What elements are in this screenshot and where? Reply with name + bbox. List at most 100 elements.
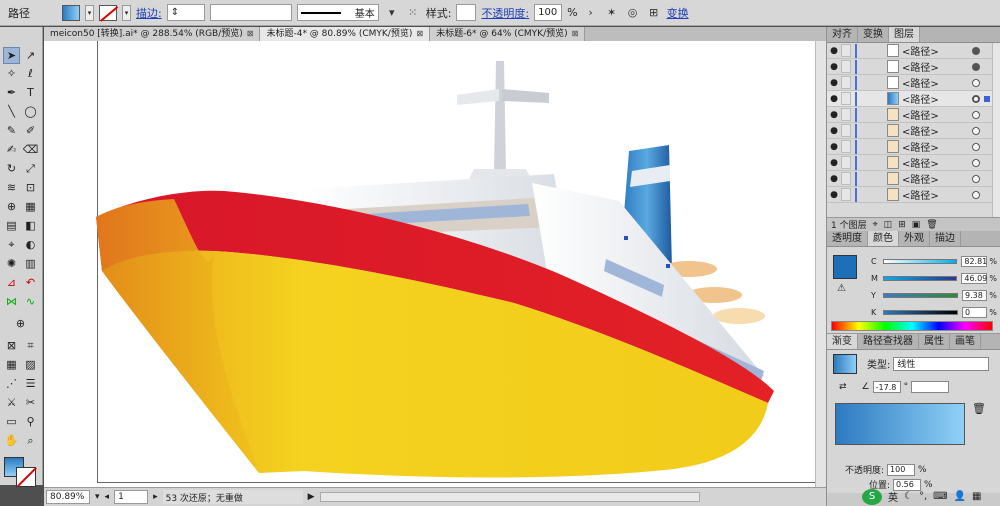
yellow-slider[interactable] xyxy=(882,292,959,298)
stroke-color-icon[interactable] xyxy=(16,467,36,487)
stroke-link[interactable]: 描边: xyxy=(136,5,162,21)
target-icon[interactable] xyxy=(972,46,980,55)
magenta-slider[interactable] xyxy=(882,275,958,281)
ime-icon[interactable]: S xyxy=(862,488,882,505)
gradient-slider[interactable] xyxy=(835,403,965,445)
type-tool-icon[interactable]: T xyxy=(22,84,39,101)
lock-toggle[interactable] xyxy=(841,172,851,185)
chevron-down-icon[interactable]: ▾ xyxy=(95,492,100,502)
layer-row[interactable]: ● <路径> xyxy=(827,187,993,203)
slice-tool-icon[interactable]: ⌗ xyxy=(22,337,39,354)
tab-transparency[interactable]: 透明度 xyxy=(827,231,868,246)
mesh-tool-icon[interactable]: ▤ xyxy=(3,217,20,234)
line-tool-icon[interactable]: ╲ xyxy=(3,103,20,120)
direct-selection-tool-icon[interactable]: ↗ xyxy=(22,47,39,64)
aspect-ratio-input[interactable] xyxy=(911,381,950,393)
current-color-swatch[interactable] xyxy=(833,255,857,279)
symbol-sprayer-tool-icon[interactable]: ✺ xyxy=(3,255,20,272)
color-spectrum[interactable] xyxy=(831,321,993,331)
crosshair-icon[interactable]: ⊕ xyxy=(12,315,29,332)
target-icon[interactable] xyxy=(972,62,980,71)
stroke-swatch[interactable] xyxy=(99,4,117,21)
magic-wand-icon[interactable]: ✶ xyxy=(604,5,620,21)
artboard-field[interactable]: 1 xyxy=(114,490,149,504)
reverse-gradient-icon[interactable]: ⇄ xyxy=(839,382,847,392)
mast[interactable] xyxy=(494,61,506,171)
make-clip-mask-icon[interactable]: ◫ xyxy=(884,220,893,230)
fill-dropdown-icon[interactable]: ▾ xyxy=(85,4,94,21)
layers-scrollbar[interactable] xyxy=(992,43,1000,217)
anchor-point[interactable] xyxy=(624,236,628,240)
layer-row[interactable]: ● <路径> xyxy=(827,59,993,75)
zoom-field[interactable]: 80.89% xyxy=(46,490,90,504)
new-layer-icon[interactable]: ▣ xyxy=(912,220,921,230)
layer-row[interactable]: ● <路径> xyxy=(827,75,993,91)
chevron-down-icon[interactable]: ▾ xyxy=(384,5,400,21)
target-icon[interactable] xyxy=(972,110,980,119)
canvas[interactable] xyxy=(44,41,831,487)
gradient-tool-icon[interactable]: ◧ xyxy=(22,217,39,234)
stroke-dropdown-icon[interactable]: ▾ xyxy=(122,4,131,21)
variable-width-select[interactable] xyxy=(209,4,292,21)
pen-tool-icon[interactable]: ✒ xyxy=(3,84,20,101)
gradient-opacity-input[interactable]: 100 xyxy=(887,463,916,476)
tab-appearance[interactable]: 外观 xyxy=(899,231,930,246)
grid-icon[interactable]: ⁙ xyxy=(405,5,421,21)
perspective-grid-tool-icon[interactable]: ▦ xyxy=(22,198,39,215)
pencil-tool-icon[interactable]: ✐ xyxy=(22,122,39,139)
next-artboard-icon[interactable]: ▸ xyxy=(153,492,158,502)
free-transform-tool-icon[interactable]: ⊡ xyxy=(22,179,39,196)
anchor-point[interactable] xyxy=(666,264,670,268)
target-icon[interactable] xyxy=(972,142,980,151)
moon-icon[interactable]: ☾ xyxy=(904,491,913,502)
visibility-icon[interactable]: ● xyxy=(827,62,841,72)
connect-tool-icon[interactable]: ⋰ xyxy=(3,375,20,392)
eyedropper-tool-icon[interactable]: ⌖ xyxy=(3,236,20,253)
new-sublayer-icon[interactable]: ⊞ xyxy=(898,220,906,230)
smooth-tool-icon[interactable]: ∿ xyxy=(22,293,39,310)
cyan-input[interactable]: 82.81 xyxy=(961,255,988,267)
gradient-preview-swatch[interactable] xyxy=(833,354,857,374)
keyboard-icon[interactable]: ⌨ xyxy=(933,491,947,502)
yellow-input[interactable]: 9.38 xyxy=(962,289,988,301)
black-slider[interactable] xyxy=(882,309,959,315)
magenta-input[interactable]: 46.09 xyxy=(961,272,988,284)
layer-row[interactable]: ● <路径> xyxy=(827,107,993,123)
tab-layers[interactable]: 图层 xyxy=(889,27,920,42)
trash-icon[interactable]: 🗑 xyxy=(972,402,986,415)
layer-row[interactable]: ● <路径> xyxy=(827,171,993,187)
column-chart-icon[interactable]: ▦ xyxy=(3,356,20,373)
visibility-icon[interactable]: ● xyxy=(827,158,841,168)
ime-language[interactable]: 英 xyxy=(888,489,898,504)
knife-tool-icon[interactable]: ⚔ xyxy=(3,394,20,411)
visibility-icon[interactable]: ● xyxy=(827,126,841,136)
ellipse-tool-icon[interactable]: ◯ xyxy=(22,103,39,120)
artboard-tool-icon[interactable]: ⊠ xyxy=(3,337,20,354)
ship-illustration[interactable] xyxy=(44,41,826,487)
visibility-icon[interactable]: ● xyxy=(827,110,841,120)
document-tab[interactable]: 未标题-4* @ 80.89% (CMYK/预览) ⊠ xyxy=(260,27,431,41)
graph-tool-icon[interactable]: ▨ xyxy=(22,356,39,373)
target-icon[interactable] xyxy=(972,190,980,199)
document-tab[interactable]: 未标题-6* @ 64% (CMYK/预览) ⊠ xyxy=(430,27,586,41)
zoom-tool-icon[interactable]: ⌕ xyxy=(22,432,39,449)
opacity-input[interactable]: 100 xyxy=(534,4,563,21)
blend-tool-icon[interactable]: ◐ xyxy=(22,236,39,253)
blob-brush-tool-icon[interactable]: ✍ xyxy=(3,141,20,158)
tab-stroke[interactable]: 描边 xyxy=(930,231,961,246)
lock-toggle[interactable] xyxy=(841,60,851,73)
visibility-icon[interactable]: ● xyxy=(827,174,841,184)
mast-arm[interactable] xyxy=(457,89,499,105)
brush-definition-select[interactable]: 基本 xyxy=(296,4,379,21)
hand-tool-icon[interactable]: ✋ xyxy=(3,432,20,449)
align-icon[interactable]: ⊞ xyxy=(646,5,662,21)
opacity-link[interactable]: 不透明度: xyxy=(481,5,529,21)
selection-tool-icon[interactable]: ➤ xyxy=(3,47,20,64)
tab-gradient[interactable]: 渐变 xyxy=(827,334,858,349)
style-swatch[interactable] xyxy=(456,4,477,21)
black-input[interactable]: 0 xyxy=(962,306,988,318)
gradient-type-select[interactable]: 线性 xyxy=(893,356,990,371)
close-icon[interactable]: ⊠ xyxy=(247,29,254,38)
mast-arm[interactable] xyxy=(502,89,549,103)
target-icon[interactable] xyxy=(972,174,980,183)
